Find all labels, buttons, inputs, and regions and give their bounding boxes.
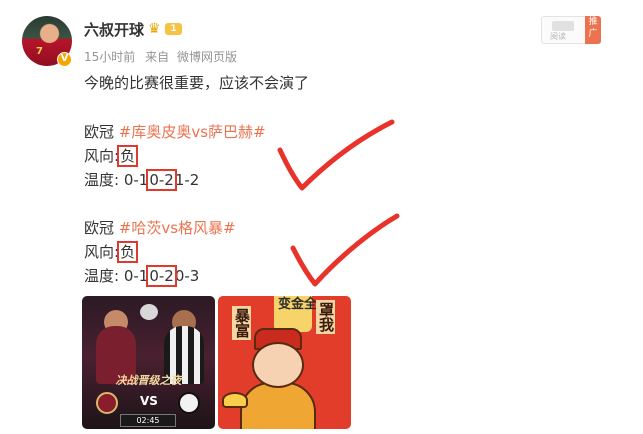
match1-hashtag[interactable]: #库奥皮奥vs萨巴赫# — [119, 123, 266, 141]
match1-wind-line: 风向:负 — [84, 145, 139, 167]
image-fortune-poster[interactable]: 变金全 暴富 罩我 — [218, 296, 351, 429]
poster-time: 02:45 — [120, 414, 176, 427]
verified-badge-icon: V — [57, 52, 72, 67]
match1-wind-value: 负 — [117, 145, 139, 167]
poster2-right-text: 罩我 — [316, 300, 335, 334]
match1-score2: 0-2 — [146, 169, 177, 191]
match2-temp-label: 温度: — [84, 267, 120, 285]
gold-ingot-icon — [222, 392, 248, 408]
match1-wind-label: 风向: — [84, 147, 120, 165]
promo-widget[interactable]: 阅读 推广 — [541, 16, 601, 44]
source-name[interactable]: 微博网页版 — [177, 50, 237, 64]
match2-league: 欧冠 — [84, 219, 115, 237]
promo-placeholder — [552, 21, 574, 31]
fortune-god-body — [240, 382, 316, 429]
avatar-jersey: 7 — [36, 46, 43, 57]
champions-league-logo-icon — [140, 304, 158, 320]
checkmark-icon — [277, 119, 395, 191]
post-timestamp[interactable]: 15小时前 — [84, 50, 135, 64]
checkmark-icon — [290, 213, 400, 287]
match2-hashtag[interactable]: #哈茨vs格风暴# — [119, 219, 236, 237]
poster2-top-text: 变金全 — [278, 297, 318, 312]
team-crest-right-icon — [178, 392, 200, 414]
source-prefix: 来自 — [145, 50, 170, 64]
promo-small-text: 阅读 — [550, 32, 566, 41]
team-crest-left-icon — [96, 392, 118, 414]
match1-temp-label: 温度: — [84, 171, 120, 189]
match1-title-line: 欧冠 #库奥皮奥vs萨巴赫# — [84, 122, 266, 142]
match1-temp-line: 温度: 0-10-21-2 — [84, 169, 200, 191]
poster-title: 决战晋级之夜 — [115, 374, 182, 387]
promo-side-label: 推广 — [585, 16, 601, 44]
post-intro: 今晚的比赛很重要，应该不会演了 — [84, 74, 310, 92]
username[interactable]: 六叔开球 — [84, 19, 144, 40]
level-number: 1 — [165, 23, 182, 35]
poster2-left-text: 暴富 — [232, 306, 251, 340]
user-level-badge[interactable]: ♛ 1 — [148, 21, 184, 37]
match1-score3: 1-2 — [174, 171, 200, 189]
match2-wind-line: 风向:负 — [84, 241, 139, 263]
crown-icon: ♛ — [148, 21, 161, 37]
match2-wind-label: 风向: — [84, 243, 120, 261]
fortune-god-face — [252, 342, 304, 388]
post-meta: 15小时前 来自 微博网页版 — [84, 48, 237, 65]
match2-score1: 0-1 — [123, 267, 149, 285]
image-match-poster[interactable]: 决战晋级之夜 VS 02:45 — [82, 296, 215, 429]
match2-score2: 0-2 — [146, 265, 177, 287]
match1-score1: 0-1 — [123, 171, 149, 189]
match1-league: 欧冠 — [84, 123, 115, 141]
poster-vs: VS — [140, 394, 158, 408]
match2-score3: 0-3 — [174, 267, 200, 285]
match2-title-line: 欧冠 #哈茨vs格风暴# — [84, 218, 236, 238]
match2-wind-value: 负 — [117, 241, 139, 263]
match2-temp-line: 温度: 0-10-20-3 — [84, 265, 200, 287]
